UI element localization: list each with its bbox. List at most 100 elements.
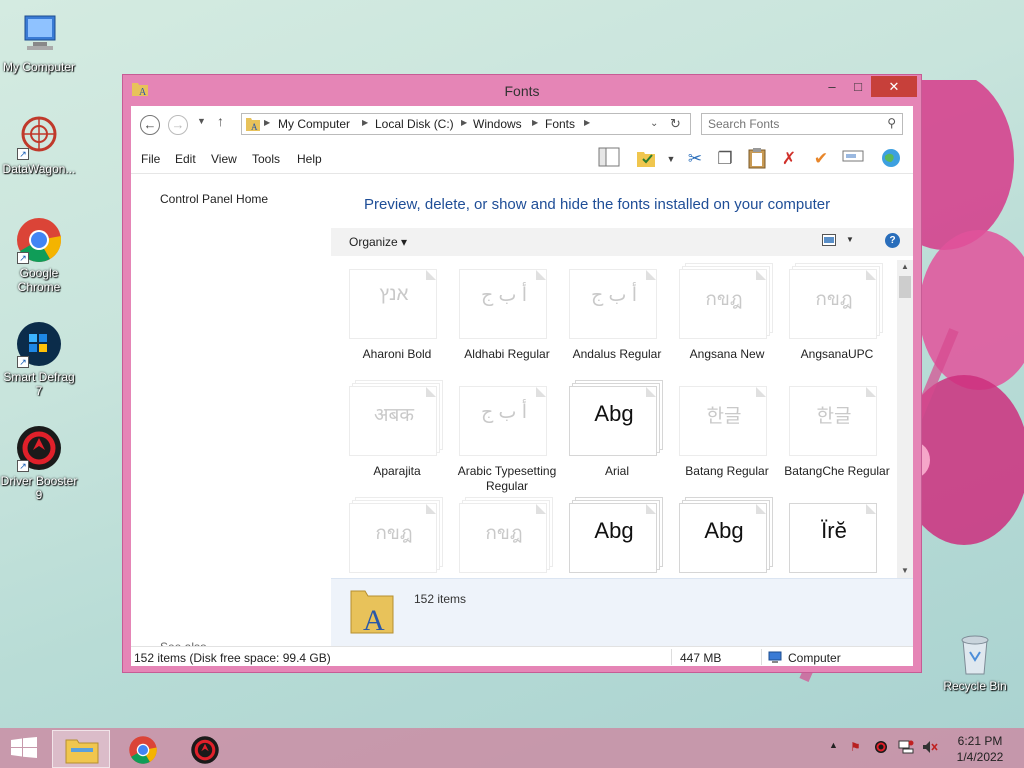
- breadcrumb-separator-icon[interactable]: ▶: [532, 118, 538, 127]
- search-box[interactable]: ⚲: [701, 113, 903, 135]
- back-button[interactable]: ←: [140, 115, 160, 135]
- menu-view[interactable]: View: [211, 152, 237, 166]
- up-arrow-icon[interactable]: ↑: [217, 113, 224, 129]
- status-bar: 152 items (Disk free space: 99.4 GB) 447…: [131, 646, 913, 666]
- font-page: Ïrĕ: [789, 503, 877, 573]
- font-tile[interactable]: 한글 Batang Regular: [661, 377, 771, 497]
- font-tile-grid: אנץ Aharoni Bold أ ب ج Aldhabi Regular أ ب ج…: [331, 260, 897, 578]
- font-tile[interactable]: أ ب ج Andalus Regular: [551, 260, 661, 380]
- font-page: กขฎ: [349, 503, 437, 573]
- clipboard-icon: [748, 148, 766, 169]
- desktop-icon-driver-booster[interactable]: ↗ Driver Booster 9: [0, 424, 78, 502]
- driver-booster-tray-icon[interactable]: [874, 740, 888, 757]
- taskbar-google-chrome[interactable]: [114, 730, 172, 768]
- breadcrumb-separator-icon[interactable]: ▶: [461, 118, 467, 127]
- organize-button[interactable]: Organize ▾: [349, 235, 407, 249]
- maximize-button[interactable]: □: [845, 76, 871, 97]
- speaker-mute-icon: [923, 741, 938, 753]
- font-tile[interactable]: กขฎ Angsana New: [661, 260, 773, 380]
- minimize-button[interactable]: –: [819, 76, 845, 97]
- help-icon[interactable]: ?: [885, 233, 900, 248]
- taskbar-file-explorer[interactable]: [52, 730, 110, 768]
- font-sample: Abg: [704, 518, 744, 543]
- preview-pane-button[interactable]: [597, 147, 621, 171]
- address-dropdown-chevron-icon[interactable]: ⌄: [650, 118, 658, 129]
- search-input[interactable]: [708, 115, 878, 133]
- file-explorer-icon: [65, 739, 99, 764]
- desktop-icon-google-chrome[interactable]: ↗ Google Chrome: [0, 216, 78, 294]
- start-button[interactable]: [10, 737, 38, 762]
- copy-button[interactable]: ❐: [713, 147, 737, 171]
- internet-button[interactable]: [879, 147, 903, 171]
- taskbar-driver-booster[interactable]: [176, 730, 234, 768]
- vertical-scrollbar[interactable]: ▲ ▼: [897, 260, 913, 578]
- font-tile[interactable]: กขฎ: [331, 494, 443, 578]
- font-tile[interactable]: أ ب ج Aldhabi Regular: [441, 260, 551, 380]
- menu-edit[interactable]: Edit: [175, 152, 196, 166]
- font-tile[interactable]: Ïrĕ: [771, 494, 881, 578]
- font-tile[interactable]: Abg Arial: [551, 377, 663, 497]
- forward-button[interactable]: →: [168, 115, 188, 135]
- show-hidden-icons-button[interactable]: ▲: [829, 740, 838, 750]
- page-fold-icon: [426, 504, 436, 514]
- address-bar[interactable]: A ▶ My Computer ▶ Local Disk (C:) ▶ Wind…: [241, 113, 691, 135]
- properties-button[interactable]: ✔: [809, 147, 833, 171]
- breadcrumb-my-computer[interactable]: My Computer: [278, 117, 350, 131]
- fonts-window: A Fonts – □ ✕ ← → ▼ ↑ A ▶ My Computer ▶ …: [122, 74, 922, 673]
- close-button[interactable]: ✕: [871, 76, 917, 97]
- page-fold-icon: [426, 270, 436, 280]
- font-tile[interactable]: אנץ Aharoni Bold: [331, 260, 441, 380]
- desktop-icon-smart-defrag[interactable]: ↗ Smart Defrag 7: [0, 320, 78, 398]
- control-panel-home-link[interactable]: Control Panel Home: [160, 192, 268, 206]
- delete-button[interactable]: ✗: [777, 147, 801, 171]
- font-sample: 한글: [816, 406, 852, 427]
- taskbar: ▲ ⚑ 6:21 PM 1/4/2022: [0, 728, 1024, 768]
- scroll-up-icon[interactable]: ▲: [897, 260, 913, 274]
- copy-icon: ❐: [717, 149, 733, 168]
- breadcrumb-local-disk[interactable]: Local Disk (C:): [375, 117, 454, 131]
- desktop-icon-datawagon[interactable]: ↗ DataWagon...: [0, 112, 78, 176]
- font-preview-card: Abg: [569, 497, 663, 573]
- breadcrumb-fonts[interactable]: Fonts: [545, 117, 575, 131]
- font-tile[interactable]: अबक Aparajita: [331, 377, 443, 497]
- change-view-button[interactable]: [822, 234, 836, 249]
- view-options-chevron-icon[interactable]: ▼: [659, 147, 683, 171]
- desktop-icon-my-computer[interactable]: My Computer: [0, 10, 78, 74]
- action-center-flag-icon[interactable]: ⚑: [850, 740, 861, 754]
- folder-options-button[interactable]: [634, 147, 658, 171]
- menu-help[interactable]: Help: [297, 152, 322, 166]
- font-name: AngsanaUPC: [800, 347, 874, 361]
- cut-button[interactable]: ✂: [683, 147, 707, 171]
- desktop-icon-label: Google Chrome: [17, 266, 61, 294]
- font-sample: Abg: [594, 401, 634, 426]
- menu-tools[interactable]: Tools: [252, 152, 280, 166]
- scroll-down-icon[interactable]: ▼: [897, 564, 913, 578]
- search-icon[interactable]: ⚲: [887, 116, 896, 130]
- title-bar[interactable]: A Fonts – □ ✕: [123, 75, 921, 105]
- font-tile[interactable]: กขฎ: [441, 494, 553, 578]
- paste-button[interactable]: [745, 147, 769, 171]
- scroll-thumb[interactable]: [899, 276, 911, 298]
- taskbar-clock[interactable]: 6:21 PM 1/4/2022: [950, 733, 1010, 765]
- svg-text:A: A: [363, 604, 385, 635]
- view-dropdown-chevron-icon[interactable]: ▼: [846, 235, 854, 244]
- font-tile[interactable]: Abg: [661, 494, 773, 578]
- breadcrumb-windows[interactable]: Windows: [473, 117, 522, 131]
- page-fold-icon: [866, 387, 876, 397]
- desktop-icon-label: My Computer: [2, 60, 76, 74]
- rename-button[interactable]: [841, 147, 865, 171]
- font-tile[interactable]: أ ب ج Arabic Typesetting Regular: [441, 377, 556, 497]
- font-page: أ ب ج: [459, 269, 547, 339]
- network-icon[interactable]: [898, 740, 914, 757]
- desktop-icon-recycle-bin[interactable]: Recycle Bin: [940, 630, 1010, 693]
- font-tile[interactable]: Abg: [551, 494, 663, 578]
- refresh-icon[interactable]: ↻: [670, 116, 681, 132]
- breadcrumb-separator-icon[interactable]: ▶: [362, 118, 368, 127]
- menu-bar: File Edit View Tools Help ▼ ✂ ❐ ✗ ✔: [131, 144, 913, 174]
- breadcrumb-separator-icon[interactable]: ▶: [584, 118, 590, 127]
- menu-file[interactable]: File: [141, 152, 160, 166]
- volume-muted-icon[interactable]: [922, 740, 938, 757]
- font-tile[interactable]: กขฎ AngsanaUPC: [771, 260, 883, 380]
- font-tile[interactable]: 한글 BatangChe Regular: [771, 377, 890, 497]
- recent-locations-chevron-icon[interactable]: ▼: [197, 116, 206, 126]
